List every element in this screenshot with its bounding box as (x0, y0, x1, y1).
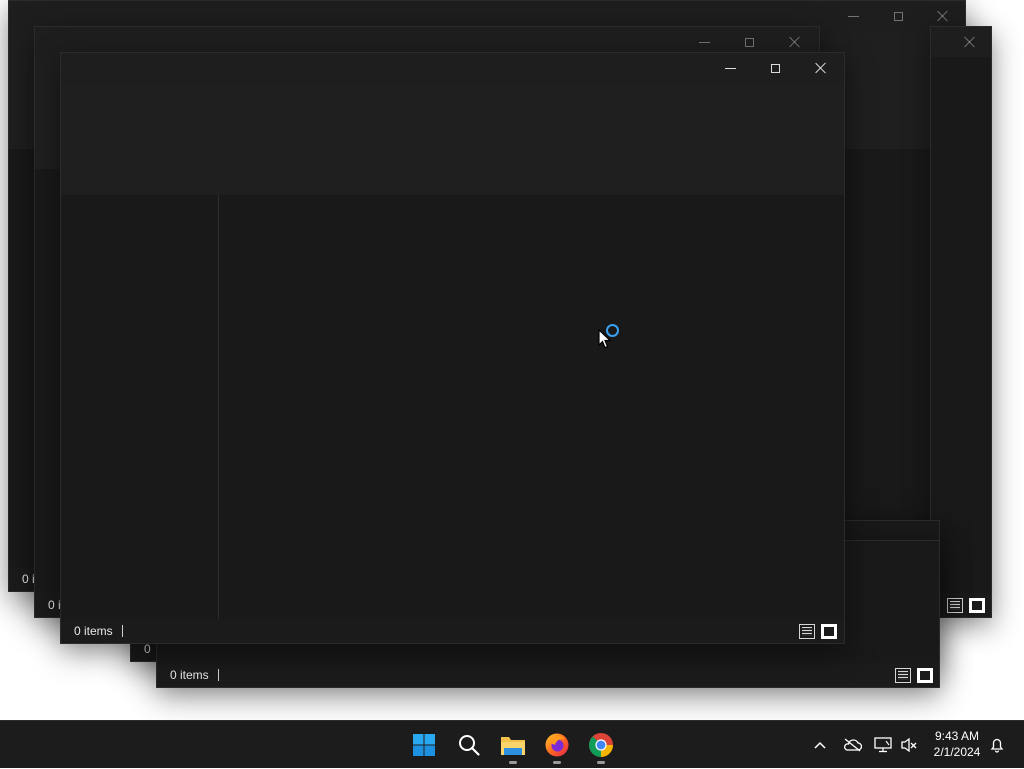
minimize-button[interactable] (707, 53, 753, 83)
onedrive-offline-icon (844, 738, 862, 752)
status-bar: 0 items (61, 619, 844, 643)
details-view-button[interactable] (895, 668, 911, 683)
maximize-icon (893, 11, 903, 21)
file-explorer-button[interactable] (497, 729, 529, 764)
status-bar (931, 593, 991, 617)
file-list-area[interactable] (219, 195, 844, 619)
minimize-icon (698, 41, 710, 43)
busy-spinner-icon (606, 324, 619, 337)
large-icons-view-button[interactable] (969, 598, 985, 613)
close-button[interactable] (947, 27, 991, 57)
network-icon (874, 737, 892, 753)
folder-icon (501, 737, 525, 755)
running-indicator (509, 761, 517, 764)
running-indicator (553, 761, 561, 764)
large-icons-view-button[interactable] (917, 668, 933, 683)
running-indicator (597, 761, 605, 764)
maximize-button[interactable] (875, 1, 921, 31)
clock-time: 9:43 AM (934, 729, 980, 743)
close-icon (964, 36, 976, 48)
chevron-up-icon (814, 741, 826, 749)
notification-bell-icon (990, 738, 1004, 753)
maximize-icon (770, 63, 780, 73)
firefox-button[interactable] (541, 729, 573, 764)
chrome-icon (589, 733, 613, 757)
status-bar: 0 items (157, 663, 939, 687)
maximize-icon (744, 37, 754, 47)
onedrive-button[interactable] (840, 721, 864, 769)
toolbar-area (61, 83, 844, 195)
item-count: 0 (144, 642, 151, 656)
item-count: 0 items (74, 624, 113, 638)
start-button[interactable] (408, 729, 440, 761)
item-count: 0 i (22, 572, 35, 586)
close-icon (937, 10, 949, 22)
search-button[interactable] (453, 729, 485, 761)
clock[interactable]: 9:43 AM 2/1/2024 (924, 728, 990, 760)
taskbar: 9:43 AM 2/1/2024 (0, 720, 1024, 768)
search-icon (459, 735, 480, 756)
status-separator (218, 669, 219, 681)
item-count: 0 i (48, 598, 61, 612)
firefox-icon (545, 733, 569, 757)
windows-logo-icon (413, 734, 435, 756)
show-hidden-icons-button[interactable] (810, 721, 830, 769)
minimize-button[interactable] (830, 1, 876, 31)
maximize-button[interactable] (752, 53, 798, 83)
details-view-button[interactable] (947, 598, 963, 613)
close-icon (815, 62, 827, 74)
details-view-button[interactable] (799, 624, 815, 639)
chrome-button[interactable] (585, 729, 617, 764)
close-button[interactable] (798, 53, 844, 83)
volume-muted-icon (901, 737, 917, 753)
close-icon (789, 36, 801, 48)
navigation-pane[interactable] (61, 195, 219, 619)
volume-button[interactable] (898, 721, 920, 769)
explorer-window-front[interactable]: 0 items (60, 52, 845, 644)
minimize-icon (724, 67, 736, 69)
large-icons-view-button[interactable] (821, 624, 837, 639)
network-button[interactable] (872, 721, 894, 769)
clock-date: 2/1/2024 (933, 745, 981, 759)
status-separator (122, 625, 123, 637)
item-count: 0 items (170, 668, 209, 682)
minimize-icon (847, 15, 859, 17)
notifications-button[interactable] (986, 721, 1008, 769)
